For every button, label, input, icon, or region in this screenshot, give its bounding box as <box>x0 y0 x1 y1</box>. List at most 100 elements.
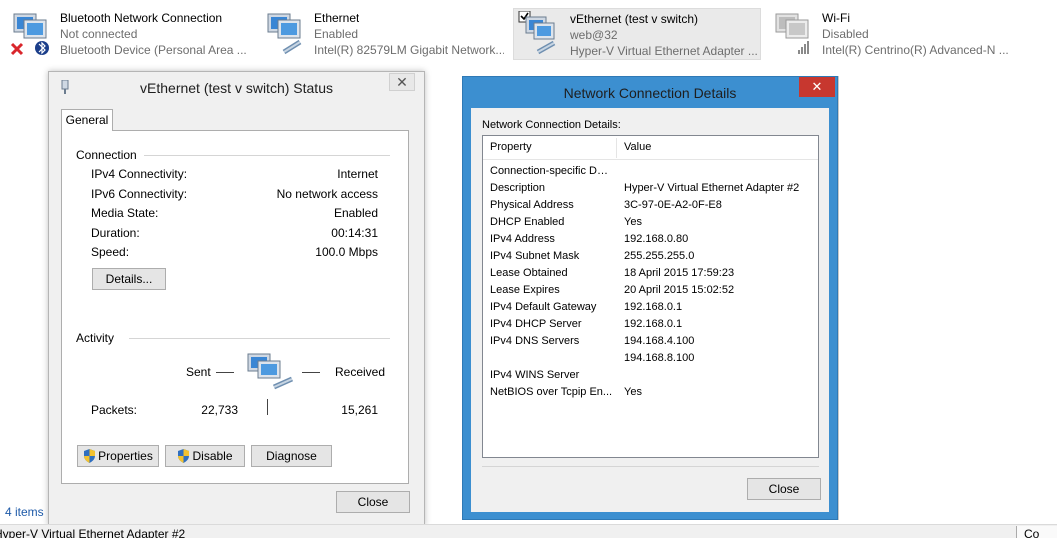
adapter-name: Bluetooth Network Connection <box>60 11 223 25</box>
status-dialog-title: vEthernet (test v switch) Status <box>140 80 333 96</box>
table-row[interactable]: Lease Obtained 18 April 2015 17:59:23 <box>483 265 818 282</box>
received-label: Received <box>335 365 386 379</box>
details-listview[interactable]: Property Value Connection-specific DN...… <box>482 135 819 458</box>
row-value: 3C-97-0E-A2-0F-E8 <box>624 199 722 211</box>
details-dialog: Network Connection Details ✕ Network Con… <box>462 76 838 520</box>
row-value: Hyper-V Virtual Ethernet Adapter #2 <box>624 182 800 194</box>
table-row[interactable]: IPv4 Subnet Mask 255.255.255.0 <box>483 248 818 265</box>
speed-label: Speed: <box>91 245 130 259</box>
row-value: Yes <box>624 386 642 398</box>
status-close-button[interactable]: Close <box>336 491 410 513</box>
column-header-value[interactable]: Value <box>624 141 651 153</box>
network-connections-window: Bluetooth Network Connection Not connect… <box>0 0 1057 538</box>
adapter-name: vEthernet (test v switch) <box>570 12 699 26</box>
adapter-status: Not connected <box>60 27 138 41</box>
row-property: Physical Address <box>490 199 574 211</box>
table-row[interactable]: Physical Address 3C-97-0E-A2-0F-E8 <box>483 197 818 214</box>
properties-button-label: Properties <box>98 449 153 463</box>
packets-sent-value: 22,733 <box>201 403 238 417</box>
row-property: IPv4 Default Gateway <box>490 301 597 313</box>
adapter-wifi[interactable]: Wi-Fi Disabled Intel(R) Centrino(R) Adva… <box>766 6 1057 60</box>
adapter-name: Ethernet <box>314 11 360 25</box>
row-property: IPv4 DNS Servers <box>490 335 580 347</box>
adapter-status: Enabled <box>314 27 359 41</box>
item-count: 4 items <box>5 505 44 519</box>
packets-received-value: 15,261 <box>341 403 378 417</box>
table-row[interactable]: NetBIOS over Tcpip En... Yes <box>483 384 818 401</box>
adapter-ethernet[interactable]: Ethernet Enabled Intel(R) 82579LM Gigabi… <box>258 6 508 60</box>
row-value: 20 April 2015 15:02:52 <box>624 284 735 296</box>
row-value: 194.168.4.100 <box>624 335 695 347</box>
sent-label: Sent <box>186 365 211 379</box>
network-activity-icon <box>247 353 294 390</box>
column-separator[interactable] <box>616 138 617 158</box>
row-value: 18 April 2015 17:59:23 <box>624 267 735 279</box>
details-close-button[interactable]: Close <box>747 478 821 500</box>
table-row[interactable]: IPv4 WINS Server <box>483 367 818 384</box>
row-property: Description <box>490 182 546 194</box>
status-bar: Hyper-V Virtual Ethernet Adapter #2 Co <box>0 524 1057 538</box>
row-property: Connection-specific DN... <box>490 165 614 177</box>
table-row[interactable]: IPv4 Address 192.168.0.80 <box>483 231 818 248</box>
table-row[interactable]: IPv4 DHCP Server 192.168.0.1 <box>483 316 818 333</box>
packets-label: Packets: <box>91 403 138 417</box>
details-caption: Network Connection Details: <box>482 119 621 131</box>
adapter-status: web@32 <box>570 28 618 42</box>
ipv4-connectivity-label: IPv4 Connectivity: <box>91 167 188 181</box>
details-dialog-title[interactable]: Network Connection Details <box>463 85 837 101</box>
table-row[interactable]: 194.168.8.100 <box>483 350 818 367</box>
row-value: 192.168.0.1 <box>624 301 683 313</box>
details-divider <box>482 466 819 467</box>
status-dialog-titlebar[interactable]: vEthernet (test v switch) Status ✕ <box>49 72 424 104</box>
uac-shield-icon <box>178 449 190 463</box>
row-value: 192.168.0.1 <box>624 318 683 330</box>
row-property: Lease Obtained <box>490 267 568 279</box>
row-property: IPv4 DHCP Server <box>490 318 582 330</box>
status-bar-right-text: Co <box>1024 527 1040 538</box>
column-header-property[interactable]: Property <box>490 141 532 153</box>
row-property: DHCP Enabled <box>490 216 565 228</box>
status-dialog: vEthernet (test v switch) Status ✕ Gener… <box>48 71 425 526</box>
ipv6-connectivity-label: IPv6 Connectivity: <box>91 187 188 201</box>
activity-group-label: Activity <box>76 331 115 345</box>
row-property: Lease Expires <box>490 284 560 296</box>
sent-line <box>216 372 234 373</box>
disable-button-label: Disable <box>192 449 233 463</box>
ethernet-network-icon <box>267 13 302 55</box>
status-dialog-close-icon[interactable]: ✕ <box>389 73 415 91</box>
window-divider <box>838 76 839 520</box>
properties-button[interactable]: Properties <box>77 445 159 467</box>
details-dialog-client: Network Connection Details: Property Val… <box>471 108 829 512</box>
bluetooth-network-icon <box>10 13 49 56</box>
speed-value: 100.0 Mbps <box>315 245 378 259</box>
vethernet-network-icon <box>518 11 556 55</box>
row-property: NetBIOS over Tcpip En... <box>490 386 613 398</box>
ipv4-connectivity-value: Internet <box>337 167 378 181</box>
table-row[interactable]: DHCP Enabled Yes <box>483 214 818 231</box>
details-dialog-close-icon[interactable]: ✕ <box>799 77 835 97</box>
table-row[interactable]: Description Hyper-V Virtual Ethernet Adap… <box>483 180 818 197</box>
disable-button[interactable]: Disable <box>165 445 245 467</box>
listview-header: Property Value <box>483 136 818 160</box>
uac-shield-icon <box>84 449 96 463</box>
details-button[interactable]: Details... <box>92 268 166 290</box>
table-row[interactable]: IPv4 DNS Servers 194.168.4.100 <box>483 333 818 350</box>
connection-group-label: Connection <box>76 148 137 162</box>
adapter-device: Intel(R) 82579LM Gigabit Network... <box>314 43 504 57</box>
table-row[interactable]: IPv4 Default Gateway 192.168.0.1 <box>483 299 818 316</box>
row-value: 192.168.0.80 <box>624 233 689 245</box>
row-value: 194.168.8.100 <box>624 352 695 364</box>
table-row[interactable]: Connection-specific DN... <box>483 163 818 180</box>
adapter-bluetooth[interactable]: Bluetooth Network Connection Not connect… <box>4 6 254 60</box>
adapter-device: Hyper-V Virtual Ethernet Adapter ... <box>570 44 758 58</box>
adapter-vethernet[interactable]: vEthernet (test v switch) web@32 Hyper-V… <box>513 8 761 60</box>
diagnose-button[interactable]: Diagnose <box>251 445 332 467</box>
row-property: IPv4 Address <box>490 233 555 245</box>
ipv6-connectivity-value: No network access <box>276 187 378 201</box>
tab-general[interactable]: General <box>61 109 113 131</box>
activity-divider <box>129 338 390 339</box>
table-row[interactable]: Lease Expires 20 April 2015 15:02:52 <box>483 282 818 299</box>
connection-divider <box>144 155 390 156</box>
adapter-name: Wi-Fi <box>822 11 850 25</box>
selected-adapter-description: Hyper-V Virtual Ethernet Adapter #2 <box>0 527 186 538</box>
